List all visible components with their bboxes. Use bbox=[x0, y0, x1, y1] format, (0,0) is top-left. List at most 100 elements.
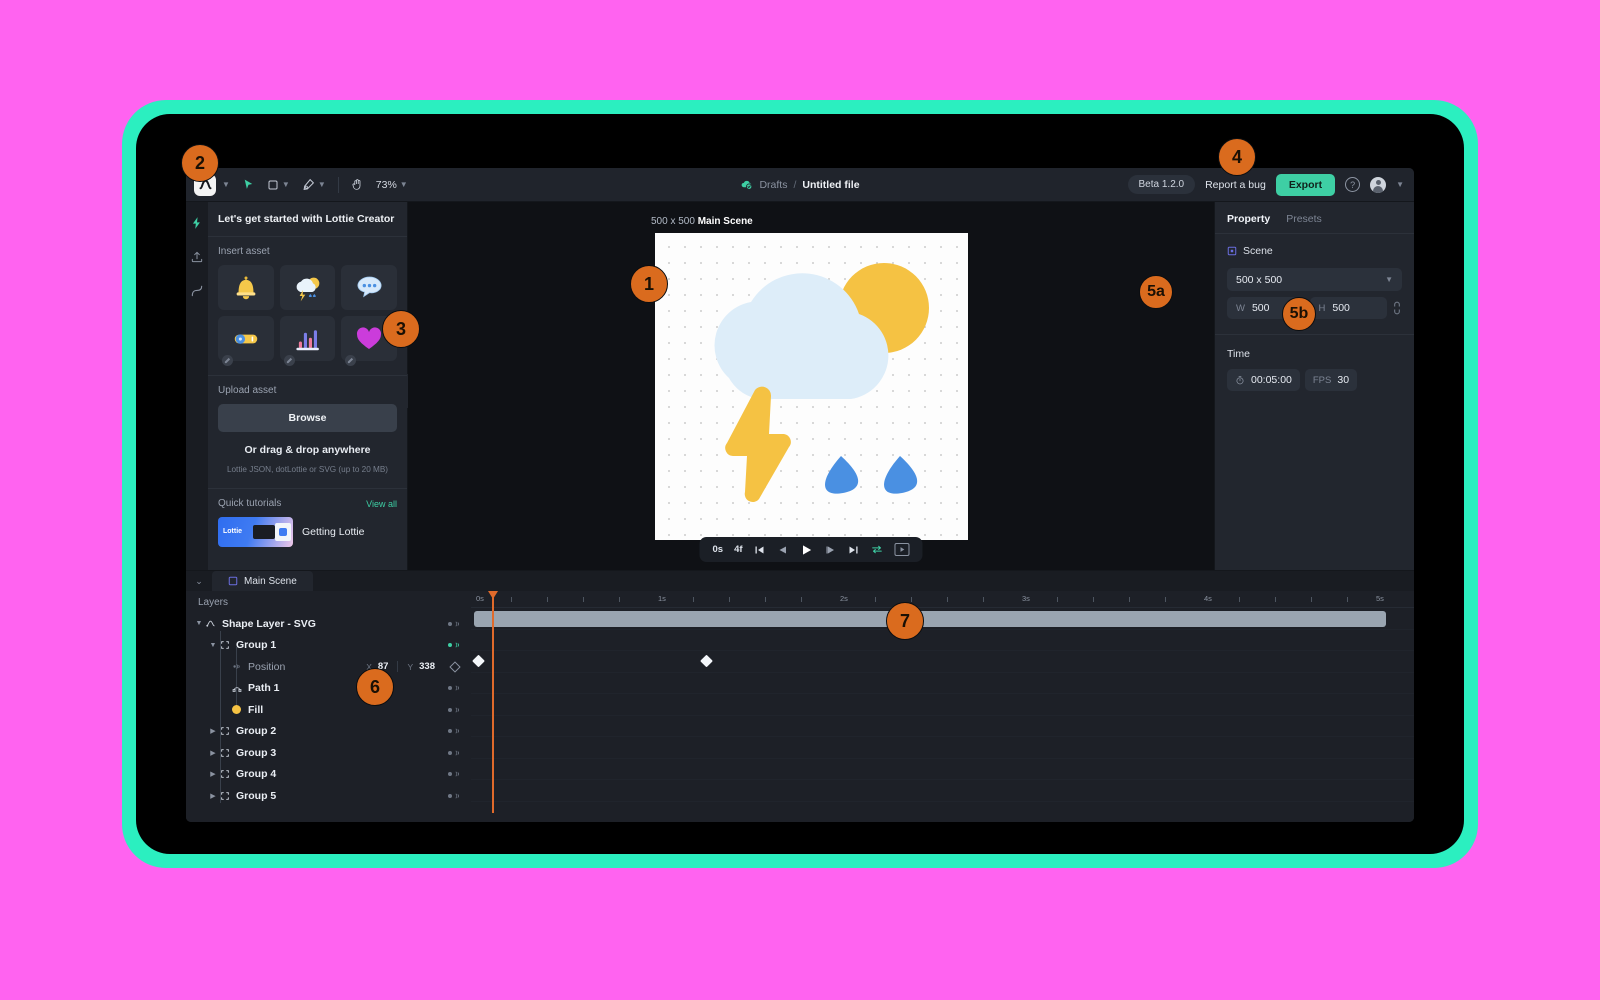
playhead-handle[interactable] bbox=[487, 591, 498, 599]
layer-name: Group 5 bbox=[236, 789, 277, 802]
view-all-link[interactable]: View all bbox=[366, 499, 397, 509]
raindrop-left-shape[interactable] bbox=[824, 456, 858, 494]
layer-row[interactable]: ▶ Group 4 bbox=[186, 764, 471, 786]
expand-caret-icon[interactable]: ▶ bbox=[208, 727, 218, 735]
layer-row[interactable]: Fill bbox=[186, 699, 471, 721]
help-icon[interactable]: ? bbox=[1345, 177, 1361, 192]
curve-icon[interactable] bbox=[190, 284, 204, 298]
step-back-button[interactable] bbox=[777, 544, 789, 556]
go-to-start-button[interactable] bbox=[754, 544, 766, 556]
visibility-toggle[interactable] bbox=[448, 770, 461, 778]
tab-property[interactable]: Property bbox=[1227, 213, 1270, 225]
layer-name: Path 1 bbox=[248, 682, 280, 695]
asset-chart[interactable] bbox=[279, 316, 336, 366]
upload-icon[interactable] bbox=[190, 250, 204, 264]
timeline-tracks[interactable]: 0s 1s 2s 3s 4s 5s bbox=[471, 591, 1414, 822]
canvas-stage[interactable] bbox=[654, 233, 968, 540]
asset-chat[interactable] bbox=[341, 265, 397, 310]
avatar[interactable] bbox=[1370, 176, 1387, 193]
timeline-tab-main-scene[interactable]: Main Scene bbox=[212, 571, 313, 591]
visibility-toggle[interactable] bbox=[448, 727, 461, 735]
position-y-value[interactable]: 338 bbox=[419, 661, 435, 672]
keyframe-marker[interactable] bbox=[472, 654, 485, 668]
timeline-collapse-button[interactable]: ⌄ bbox=[186, 571, 212, 591]
loop-button[interactable] bbox=[871, 543, 884, 556]
track-row[interactable] bbox=[471, 780, 1414, 802]
track-row[interactable] bbox=[471, 716, 1414, 737]
select-tool-button[interactable] bbox=[236, 172, 261, 198]
tutorial-item[interactable]: Lottie Getting Lottie bbox=[218, 517, 397, 547]
layer-row[interactable]: Path 1 bbox=[186, 678, 471, 700]
main-content-area: Let's get started with Lottie Creator In… bbox=[186, 202, 1414, 570]
track-row-position[interactable] bbox=[471, 651, 1414, 673]
expand-caret-icon[interactable]: ▶ bbox=[208, 749, 218, 757]
visibility-toggle[interactable] bbox=[448, 792, 461, 800]
asset-edit-badge[interactable] bbox=[345, 355, 357, 366]
go-to-end-button[interactable] bbox=[848, 544, 860, 556]
track-row[interactable] bbox=[471, 694, 1414, 716]
playhead[interactable] bbox=[487, 591, 498, 813]
tab-presets[interactable]: Presets bbox=[1286, 213, 1322, 225]
visibility-toggle[interactable] bbox=[448, 706, 461, 714]
visibility-toggle[interactable] bbox=[448, 684, 461, 692]
layer-clip-bar[interactable] bbox=[474, 611, 1386, 627]
supported-formats-text: Lottie JSON, dotLottie or SVG (up to 20 … bbox=[226, 465, 389, 474]
keyframe-marker[interactable] bbox=[700, 654, 713, 668]
asset-edit-badge[interactable] bbox=[283, 355, 295, 366]
logo-menu-chevron[interactable]: ▼ bbox=[216, 172, 236, 198]
property-row-position[interactable]: Position X 87 Y 338 bbox=[186, 656, 471, 678]
height-field[interactable]: H 500 bbox=[1309, 297, 1387, 319]
layer-row[interactable]: ▶ Group 5 bbox=[186, 785, 471, 807]
expand-caret-icon[interactable]: ▼ bbox=[208, 642, 218, 649]
expand-caret-icon[interactable]: ▼ bbox=[194, 620, 204, 627]
browse-button[interactable]: Browse bbox=[218, 404, 397, 432]
weather-illustration[interactable] bbox=[655, 233, 968, 540]
callout-5a: 5a bbox=[1139, 275, 1173, 309]
hand-tool-button[interactable] bbox=[345, 172, 370, 198]
scene-label: Scene bbox=[1243, 245, 1273, 257]
lightning-bolt-shape[interactable] bbox=[724, 386, 791, 503]
visibility-toggle[interactable] bbox=[448, 749, 461, 757]
track-row[interactable] bbox=[471, 673, 1414, 694]
layer-row[interactable]: ▶ Group 3 bbox=[186, 742, 471, 764]
layer-row[interactable]: ▼ Shape Layer - SVG bbox=[186, 613, 471, 635]
layer-row[interactable]: ▶ Group 2 bbox=[186, 721, 471, 743]
track-row[interactable] bbox=[471, 737, 1414, 759]
asset-toggle[interactable] bbox=[218, 316, 274, 366]
lightning-icon[interactable] bbox=[190, 216, 204, 230]
track-row[interactable] bbox=[471, 630, 1414, 651]
chevron-down-icon[interactable]: ▼ bbox=[1396, 180, 1404, 189]
timeline-ruler[interactable]: 0s 1s 2s 3s 4s 5s bbox=[471, 591, 1414, 608]
canvas-area[interactable]: 500 x 500 Main Scene 0s 4f bbox=[408, 202, 1214, 570]
visibility-dot bbox=[448, 793, 452, 798]
report-bug-link[interactable]: Report a bug bbox=[1205, 179, 1266, 191]
zoom-control[interactable]: 73% ▼ bbox=[370, 172, 414, 198]
breadcrumb-folder[interactable]: Drafts bbox=[759, 179, 787, 191]
track-row[interactable] bbox=[471, 608, 1414, 630]
asset-bell[interactable] bbox=[218, 265, 274, 310]
keyframe-toggle-icon[interactable] bbox=[230, 662, 243, 671]
export-button[interactable]: Export bbox=[1275, 173, 1336, 196]
expand-caret-icon[interactable]: ▶ bbox=[208, 792, 218, 800]
step-forward-button[interactable] bbox=[825, 544, 837, 556]
fill-swatch-icon[interactable] bbox=[230, 705, 243, 715]
asset-weather[interactable] bbox=[279, 265, 336, 310]
duration-field[interactable]: 00:05:00 bbox=[1227, 369, 1300, 391]
audio-waves-icon bbox=[455, 728, 459, 734]
fps-field[interactable]: FPS 30 bbox=[1304, 369, 1358, 391]
pen-tool-button[interactable]: ▼ bbox=[296, 172, 332, 198]
link-aspect-ratio-icon[interactable] bbox=[1392, 300, 1402, 316]
visibility-toggle[interactable] bbox=[448, 620, 461, 628]
breadcrumb-filename[interactable]: Untitled file bbox=[802, 179, 859, 191]
raindrop-right-shape[interactable] bbox=[883, 456, 917, 494]
track-row[interactable] bbox=[471, 759, 1414, 780]
expand-caret-icon[interactable]: ▶ bbox=[208, 770, 218, 778]
fit-frame-button[interactable] bbox=[894, 543, 910, 556]
play-button[interactable] bbox=[800, 543, 814, 557]
visibility-toggle[interactable] bbox=[448, 641, 461, 649]
layer-row[interactable]: ▼ Group 1 bbox=[186, 635, 471, 657]
asset-edit-badge[interactable] bbox=[222, 355, 233, 366]
scene-size-select[interactable]: 500 x 500 ▼ bbox=[1227, 268, 1402, 291]
add-keyframe-button[interactable] bbox=[449, 661, 461, 673]
shape-tool-button[interactable]: ▼ bbox=[261, 172, 296, 198]
